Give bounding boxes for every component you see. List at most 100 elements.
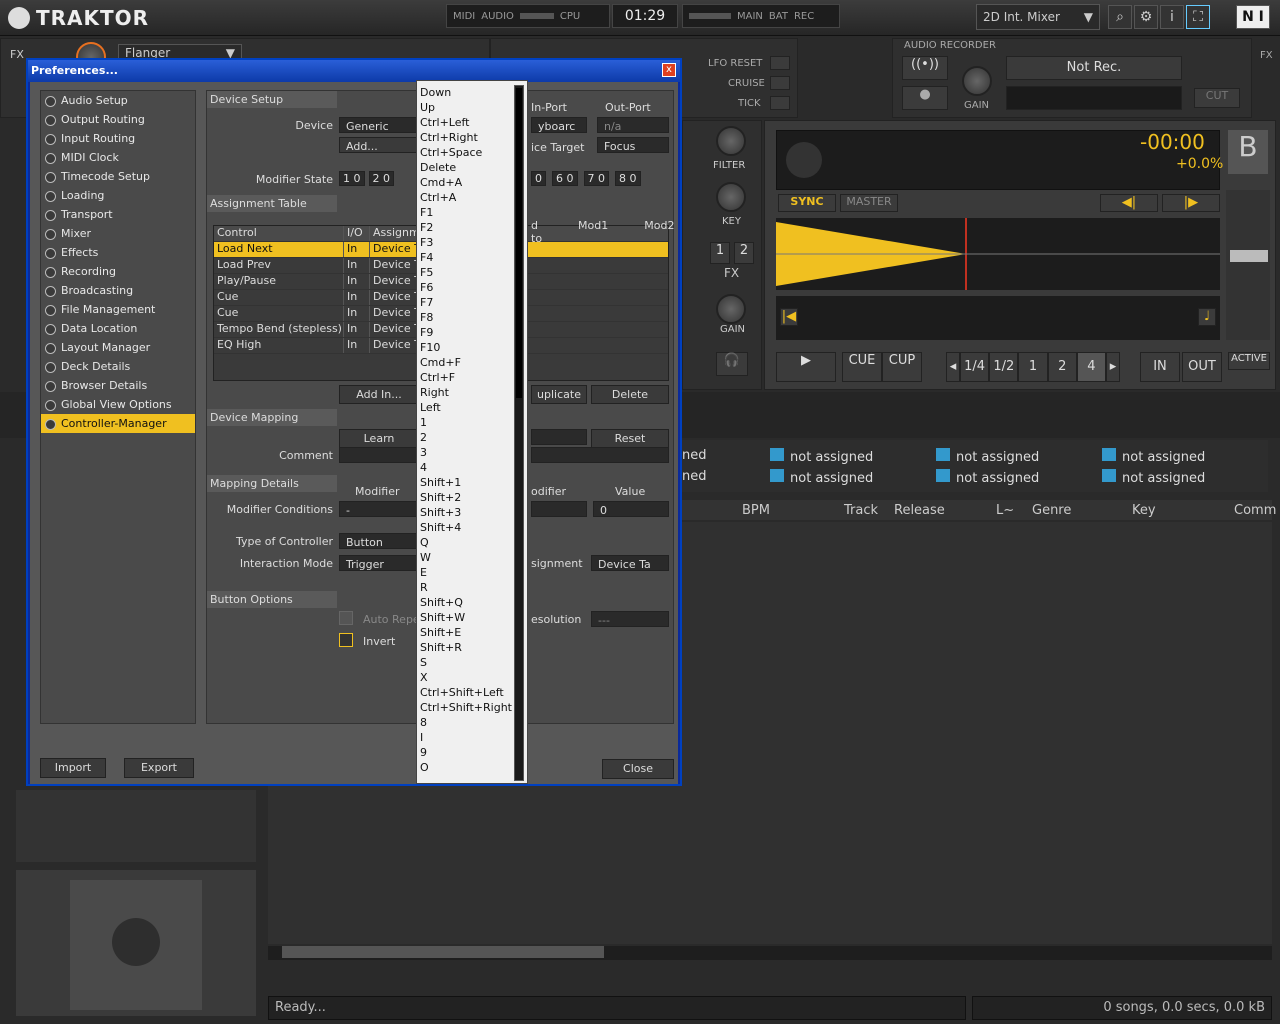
key-option[interactable]: F9 (417, 325, 527, 340)
tree-area[interactable] (16, 790, 256, 862)
in-port-select[interactable]: yboarc (531, 117, 587, 133)
favorite-slot[interactable]: not assigned (770, 469, 873, 486)
sidebar-item[interactable]: Deck Details (41, 357, 195, 376)
auto-repeat-checkbox[interactable] (339, 611, 353, 625)
beatjump-forward-icon[interactable]: |▶ (1162, 194, 1220, 212)
close-icon[interactable]: x (662, 63, 676, 77)
target-select[interactable]: Focus (597, 137, 669, 153)
favorite-slot[interactable]: not assigned (936, 448, 1039, 465)
key-option[interactable]: Down (417, 85, 527, 100)
key-option[interactable]: W (417, 550, 527, 565)
cue-button[interactable]: CUE (842, 352, 882, 382)
sidebar-item[interactable]: Loading (41, 186, 195, 205)
key-option[interactable]: F5 (417, 265, 527, 280)
sync-button[interactable]: SYNC (778, 194, 836, 212)
sidebar-item[interactable]: Audio Setup (41, 91, 195, 110)
close-button[interactable]: Close (602, 759, 674, 779)
key-option[interactable]: Left (417, 400, 527, 415)
key-option[interactable]: 3 (417, 445, 527, 460)
key-option[interactable]: Shift+3 (417, 505, 527, 520)
beatjump-back-icon[interactable]: ◀| (1100, 194, 1158, 212)
dropdown-scrollbar[interactable] (514, 85, 524, 781)
deck-b-letter[interactable]: B (1228, 130, 1268, 174)
key-assignment-dropdown[interactable]: Down Up Ctrl+Left Ctrl+Right Ctrl+Space Delet… (416, 80, 528, 784)
cruise-button[interactable] (770, 76, 790, 90)
active-button[interactable]: ACTIVE (1228, 352, 1270, 370)
key-option[interactable]: Shift+2 (417, 490, 527, 505)
key-option[interactable]: Cmd+F (417, 355, 527, 370)
key-option[interactable]: R (417, 580, 527, 595)
favorite-slot[interactable]: not assigned (936, 469, 1039, 486)
loop-2[interactable]: 2 (1047, 352, 1077, 382)
loop-out-button[interactable]: OUT (1182, 352, 1222, 382)
key-option[interactable]: F4 (417, 250, 527, 265)
loop-size-selector[interactable]: ◂ 1/4 1/2 1 2 4 ▸ (946, 352, 1121, 382)
waveform[interactable] (776, 218, 1220, 290)
favorite-partial-1[interactable]: ned (682, 448, 707, 463)
sidebar-item[interactable]: File Management (41, 300, 195, 319)
key-option[interactable]: F1 (417, 205, 527, 220)
key-option[interactable]: 8 (417, 715, 527, 730)
device-select[interactable]: Generic Keyb (339, 117, 419, 133)
assignment-select[interactable]: Device Ta (591, 555, 669, 571)
tempo-fader-handle[interactable] (1230, 250, 1268, 262)
tempo-fader[interactable] (1226, 190, 1270, 340)
h-scrollbar[interactable] (268, 946, 1272, 960)
loop-1[interactable]: 1 (1018, 352, 1048, 382)
record-button[interactable]: ● (902, 86, 948, 110)
master-button[interactable]: MASTER (840, 194, 898, 212)
key-option[interactable]: Ctrl+Left (417, 115, 527, 130)
key-option[interactable]: 1 (417, 415, 527, 430)
key-option[interactable]: S (417, 655, 527, 670)
sidebar-item[interactable]: Recording (41, 262, 195, 281)
sidebar-item[interactable]: Layout Manager (41, 338, 195, 357)
tick-button[interactable] (770, 96, 790, 110)
invert-checkbox[interactable] (339, 633, 353, 647)
key-option[interactable]: Delete (417, 160, 527, 175)
key-option[interactable]: Shift+W (417, 610, 527, 625)
key-option[interactable]: Up (417, 100, 527, 115)
metronome-icon[interactable]: ♩ (1198, 308, 1216, 326)
export-button[interactable]: Export (124, 758, 194, 778)
info-icon[interactable]: i (1160, 5, 1184, 29)
favorite-slot[interactable]: not assigned (1102, 469, 1205, 486)
key-option[interactable]: Shift+4 (417, 520, 527, 535)
cut-button[interactable]: CUT (1194, 88, 1240, 108)
sidebar-item[interactable]: Mixer (41, 224, 195, 243)
lfo-reset-button[interactable] (770, 56, 790, 70)
comment-field[interactable] (339, 447, 419, 463)
search-icon[interactable]: ⌕ (1108, 5, 1132, 29)
loop-in-button[interactable]: IN (1140, 352, 1180, 382)
type-of-controller-select[interactable]: Button (339, 533, 419, 549)
key-option[interactable]: F8 (417, 310, 527, 325)
key-option[interactable]: F2 (417, 220, 527, 235)
key-option[interactable]: Ctrl+Shift+Right (417, 700, 527, 715)
gear-icon[interactable]: ⚙ (1134, 5, 1158, 29)
out-port-select[interactable]: n/a (597, 117, 669, 133)
key-option[interactable]: F3 (417, 235, 527, 250)
learn-button[interactable]: Learn (339, 429, 419, 448)
stripe-overview[interactable] (776, 296, 1220, 340)
duplicate-button[interactable]: uplicate (531, 385, 587, 404)
play-button[interactable]: ▶ (776, 352, 836, 382)
key-option[interactable]: Shift+R (417, 640, 527, 655)
gain-knob[interactable] (716, 294, 746, 324)
key-option[interactable]: Ctrl+F (417, 370, 527, 385)
sidebar-item[interactable]: Effects (41, 243, 195, 262)
key-option[interactable]: Right (417, 385, 527, 400)
key-option[interactable]: F10 (417, 340, 527, 355)
sidebar-item[interactable]: Controller-Manager (41, 414, 195, 433)
modifier-condition-select[interactable]: - (339, 501, 419, 517)
sidebar-item[interactable]: MIDI Clock (41, 148, 195, 167)
key-knob[interactable] (716, 182, 746, 212)
loop-4[interactable]: 4 (1076, 352, 1107, 382)
key-option[interactable]: Shift+E (417, 625, 527, 640)
interaction-mode-select[interactable]: Trigger (339, 555, 419, 571)
cup-button[interactable]: CUP (882, 352, 922, 382)
key-option[interactable]: E (417, 565, 527, 580)
sidebar-item[interactable]: Broadcasting (41, 281, 195, 300)
sidebar-item[interactable]: Transport (41, 205, 195, 224)
sidebar-item[interactable]: Browser Details (41, 376, 195, 395)
stripe-start-icon[interactable]: |◀ (780, 308, 798, 326)
reset-button[interactable]: Reset (591, 429, 669, 448)
